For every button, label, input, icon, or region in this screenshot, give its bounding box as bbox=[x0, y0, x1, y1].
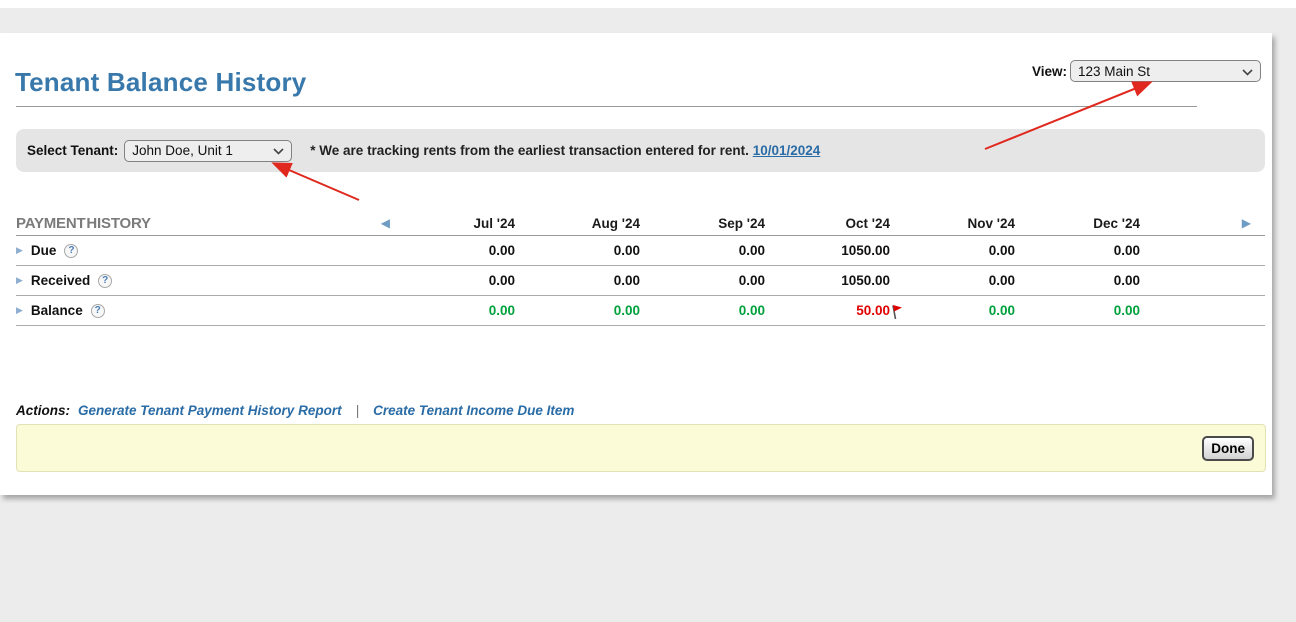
prev-months-icon[interactable]: ◀ bbox=[381, 217, 390, 229]
table-cell: 0.00 bbox=[640, 273, 765, 288]
table-cell-flagged: 50.00 bbox=[765, 303, 890, 318]
table-cell: 0.00 bbox=[515, 303, 640, 318]
tracking-note-text: * We are tracking rents from the earlies… bbox=[310, 143, 749, 158]
help-icon[interactable]: ? bbox=[64, 244, 78, 258]
table-row-balance: ▶ Balance ? 0.00 0.00 0.00 50.00 0.00 0.… bbox=[16, 296, 1265, 326]
table-cell: 0.00 bbox=[640, 243, 765, 258]
table-cell: 1050.00 bbox=[765, 243, 890, 258]
content-panel: Tenant Balance History View: 123 Main St… bbox=[0, 33, 1272, 495]
table-row-received: ▶ Received ? 0.00 0.00 0.00 1050.00 0.00… bbox=[16, 266, 1265, 296]
table-cell: 0.00 bbox=[515, 243, 640, 258]
row-label: Received bbox=[31, 273, 90, 288]
table-cell: 0.00 bbox=[1015, 303, 1140, 318]
tracking-date-link[interactable]: 10/01/2024 bbox=[753, 143, 821, 158]
top-gray-bar bbox=[0, 8, 1296, 33]
tenant-selector-bar: Select Tenant: John Doe, Unit 1 * We are… bbox=[16, 129, 1265, 172]
view-select[interactable]: 123 Main St bbox=[1070, 60, 1261, 82]
page-background-bottom bbox=[0, 495, 1296, 622]
view-select-value: 123 Main St bbox=[1078, 64, 1150, 79]
tenant-select-value: John Doe, Unit 1 bbox=[132, 143, 233, 158]
month-header: Sep '24 bbox=[640, 216, 765, 231]
help-icon[interactable]: ? bbox=[98, 274, 112, 288]
help-icon[interactable]: ? bbox=[91, 304, 105, 318]
payment-history-table: PAYMENT HISTORY ◀ Jul '24 Aug '24 Sep '2… bbox=[16, 211, 1265, 326]
table-cell: 0.00 bbox=[640, 303, 765, 318]
table-cell: 0.00 bbox=[890, 303, 1015, 318]
expand-row-icon[interactable]: ▶ bbox=[16, 246, 23, 255]
title-divider bbox=[16, 106, 1197, 107]
balance-alert-value: 50.00 bbox=[856, 303, 890, 318]
actions-row: Actions: Generate Tenant Payment History… bbox=[16, 403, 574, 418]
create-income-due-link[interactable]: Create Tenant Income Due Item bbox=[373, 403, 574, 418]
top-white-strip bbox=[0, 0, 1296, 8]
select-tenant-label: Select Tenant: bbox=[27, 143, 118, 158]
month-header: Aug '24 bbox=[515, 216, 640, 231]
table-cell: 0.00 bbox=[890, 273, 1015, 288]
table-cell: 0.00 bbox=[390, 303, 515, 318]
footer-highlight-bar: Done bbox=[16, 424, 1266, 472]
row-label: Due bbox=[31, 243, 57, 258]
month-header: Dec '24 bbox=[1015, 216, 1140, 231]
generate-report-link[interactable]: Generate Tenant Payment History Report bbox=[78, 403, 342, 418]
payment-history-header-row: PAYMENT HISTORY ◀ Jul '24 Aug '24 Sep '2… bbox=[16, 211, 1265, 236]
month-header: Nov '24 bbox=[890, 216, 1015, 231]
view-label: View: bbox=[1032, 64, 1067, 79]
chevron-down-icon bbox=[1242, 64, 1253, 79]
expand-row-icon[interactable]: ▶ bbox=[16, 306, 23, 315]
row-label: Balance bbox=[31, 303, 83, 318]
done-button[interactable]: Done bbox=[1202, 436, 1254, 461]
view-selector-area: View: 123 Main St bbox=[1032, 59, 1261, 83]
table-cell: 0.00 bbox=[515, 273, 640, 288]
table-cell: 0.00 bbox=[1015, 243, 1140, 258]
table-cell: 0.00 bbox=[390, 273, 515, 288]
table-cell: 0.00 bbox=[390, 243, 515, 258]
month-header: Jul '24 bbox=[390, 216, 515, 231]
table-row-due: ▶ Due ? 0.00 0.00 0.00 1050.00 0.00 0.00 bbox=[16, 236, 1265, 266]
page-title: Tenant Balance History bbox=[15, 67, 306, 98]
table-cell: 0.00 bbox=[1015, 273, 1140, 288]
actions-label: Actions: bbox=[16, 403, 70, 418]
tenant-select[interactable]: John Doe, Unit 1 bbox=[124, 140, 292, 162]
tracking-note: * We are tracking rents from the earlies… bbox=[310, 143, 820, 158]
chevron-down-icon bbox=[273, 143, 284, 158]
payment-history-title: PAYMENT HISTORY bbox=[16, 215, 151, 232]
actions-separator: | bbox=[356, 403, 360, 418]
table-cell: 0.00 bbox=[890, 243, 1015, 258]
next-months-icon[interactable]: ▶ bbox=[1242, 217, 1251, 229]
month-header: Oct '24 bbox=[765, 216, 890, 231]
table-cell: 1050.00 bbox=[765, 273, 890, 288]
expand-row-icon[interactable]: ▶ bbox=[16, 276, 23, 285]
